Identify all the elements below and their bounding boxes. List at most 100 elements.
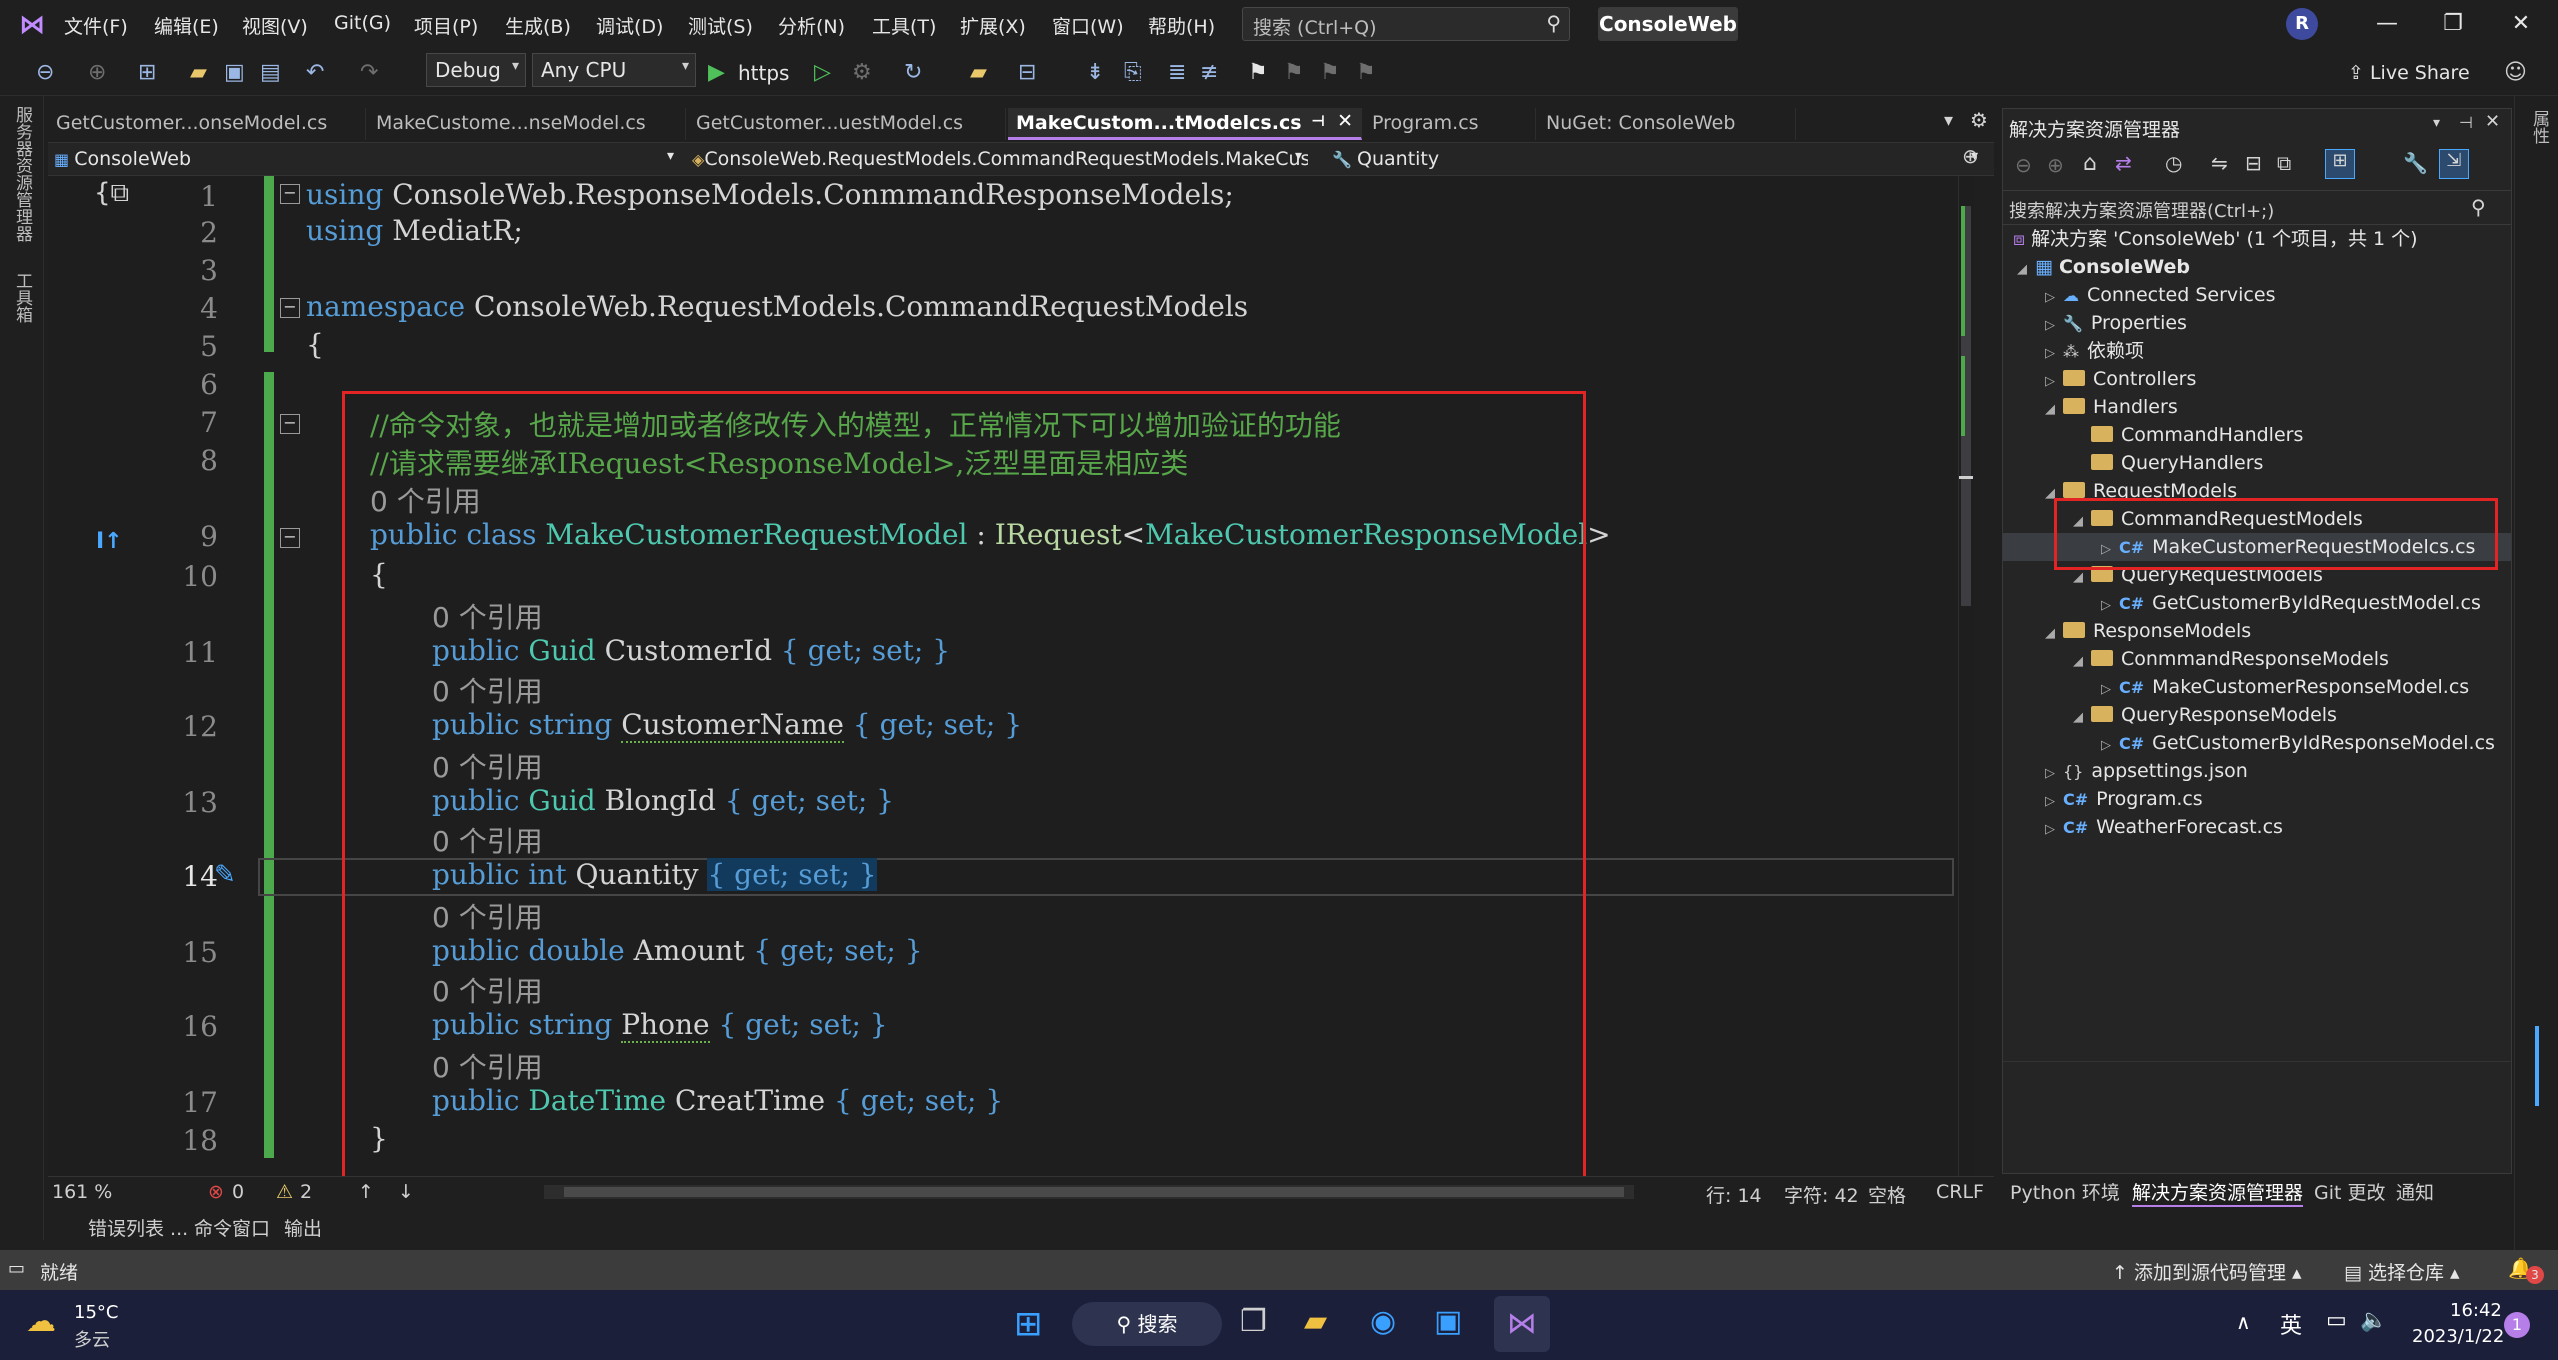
refresh-icon[interactable]: ↻ bbox=[904, 58, 922, 88]
undo-icon[interactable]: ↶ bbox=[306, 58, 324, 88]
clear-bookmark-icon[interactable]: ⚑ bbox=[1356, 58, 1376, 88]
search-input[interactable]: 搜索 (Ctrl+Q) ⚲ bbox=[1242, 7, 1570, 41]
run-target[interactable]: https bbox=[738, 58, 789, 88]
tab-error-list[interactable]: 错误列表 ... bbox=[88, 1214, 188, 1241]
tab-getcustomer-response[interactable]: GetCustomer...onseModel.cs bbox=[48, 108, 366, 140]
show-all-files-icon[interactable]: ⧉ bbox=[2277, 151, 2291, 175]
open-folder-icon[interactable]: ▰ bbox=[190, 58, 207, 88]
menu-extensions[interactable]: 扩展(X) bbox=[960, 12, 1026, 39]
close-tab-icon[interactable]: ✕ bbox=[1337, 110, 1353, 132]
output-icon[interactable]: ▭ bbox=[8, 1258, 25, 1279]
menu-analyze[interactable]: 分析(N) bbox=[778, 12, 845, 39]
properties-wrench-icon[interactable]: 🔧 bbox=[2403, 151, 2428, 175]
attach-icon[interactable]: ⚙ bbox=[852, 58, 872, 88]
tab-makecustomer-response[interactable]: MakeCustome...nseModel.cs bbox=[368, 108, 686, 140]
platform-dropdown[interactable]: Any CPU ▾ bbox=[532, 53, 696, 87]
redo-icon[interactable]: ↷ bbox=[360, 58, 378, 88]
editor-scrollbar[interactable] bbox=[1958, 176, 1974, 1176]
tree-item[interactable]: ▷ C# GetCustomerByIdRequestModel.cs bbox=[2003, 589, 2511, 617]
menu-window[interactable]: 窗口(W) bbox=[1052, 12, 1124, 39]
fold-toggle[interactable]: − bbox=[280, 184, 300, 204]
type-dropdown[interactable]: ◈ConsoleWeb.RequestModels.CommandRequest… bbox=[688, 146, 1308, 174]
tree-solution[interactable]: ⧈ 解决方案 'ConsoleWeb' (1 个项目，共 1 个) bbox=[2013, 225, 2418, 253]
pin-icon[interactable]: ⊣ bbox=[2459, 113, 2473, 132]
prev-bookmark-icon[interactable]: ⚑ bbox=[1284, 58, 1304, 88]
tree-project[interactable]: ◢ ▦ ConsoleWeb bbox=[2017, 253, 2190, 281]
clock-date[interactable]: 2023/1/22 bbox=[2412, 1326, 2504, 1347]
error-count[interactable]: 0 bbox=[232, 1181, 244, 1203]
home-icon[interactable]: ⌂ bbox=[2083, 151, 2097, 176]
tab-program[interactable]: Program.cs bbox=[1364, 108, 1536, 140]
avatar[interactable]: R bbox=[2286, 8, 2318, 40]
tree-item[interactable]: CommandHandlers bbox=[2003, 421, 2511, 449]
arrow-down-icon[interactable]: ↓ bbox=[398, 1181, 414, 1203]
network-icon[interactable]: ▭ bbox=[2326, 1308, 2347, 1333]
menu-git[interactable]: Git(G) bbox=[334, 12, 391, 34]
menu-test[interactable]: 测试(S) bbox=[688, 12, 753, 39]
comment-icon[interactable]: ≣ bbox=[1168, 58, 1186, 88]
close-icon[interactable]: ✕ bbox=[2485, 111, 2500, 132]
server-explorer-tab[interactable]: 服务器资源管理器 bbox=[10, 106, 35, 242]
weather-icon[interactable]: ☁ bbox=[26, 1304, 56, 1339]
save-all-icon[interactable]: ▤ bbox=[260, 58, 281, 88]
add-source-control[interactable]: ↑ 添加到源代码管理 ▴ bbox=[2112, 1258, 2302, 1285]
toolbox-tab[interactable]: 工具箱 bbox=[10, 272, 35, 323]
collapsed-arrow-icon[interactable]: ▷ bbox=[2045, 340, 2063, 368]
preview-selected-icon[interactable]: ⇲ bbox=[2439, 149, 2469, 179]
menu-file[interactable]: 文件(F) bbox=[64, 12, 128, 39]
collapsed-arrow-icon[interactable]: ▷ bbox=[2045, 816, 2063, 844]
fold-toggle[interactable]: − bbox=[280, 528, 300, 548]
split-icon[interactable]: ⊕ bbox=[1962, 144, 1979, 168]
expanded-arrow-icon[interactable]: ◢ bbox=[2045, 396, 2063, 424]
tab-makecustomer-request[interactable]: MakeCustom...tModelcs.cs ⊣ ✕ bbox=[1008, 108, 1362, 140]
new-project-icon[interactable]: ⊞ bbox=[138, 58, 156, 88]
warning-icon[interactable]: ⚠ bbox=[276, 1181, 293, 1203]
select-repo[interactable]: ▤ 选择仓库 ▴ bbox=[2344, 1258, 2460, 1285]
next-bookmark-icon[interactable]: ⚑ bbox=[1320, 58, 1340, 88]
collapsed-arrow-icon[interactable]: ▷ bbox=[2045, 788, 2063, 816]
fold-toggle[interactable]: − bbox=[280, 414, 300, 434]
expanded-arrow-icon[interactable]: ◢ bbox=[2045, 620, 2063, 648]
pending-changes-icon[interactable]: ◷ bbox=[2165, 151, 2182, 175]
taskbar-search[interactable]: ⚲ 搜索 bbox=[1072, 1302, 1222, 1346]
tree-item[interactable]: ▷ C# MakeCustomerResponseModel.cs bbox=[2003, 673, 2511, 701]
live-share-button[interactable]: ⇪ Live Share bbox=[2348, 58, 2470, 88]
line-ending-indicator[interactable]: CRLF bbox=[1936, 1181, 1984, 1203]
tab-nuget[interactable]: NuGet: ConsoleWeb bbox=[1538, 108, 1796, 140]
collapsed-arrow-icon[interactable]: ▷ bbox=[2045, 284, 2063, 312]
config-dropdown[interactable]: Debug ▾ bbox=[426, 53, 526, 87]
collapsed-arrow-icon[interactable]: ▷ bbox=[2045, 312, 2063, 340]
file-explorer-icon[interactable]: ▰ bbox=[1304, 1304, 1327, 1339]
tab-command-window[interactable]: 命令窗口 bbox=[194, 1214, 270, 1241]
tree-item[interactable]: ▷{} appsettings.json bbox=[2003, 757, 2511, 785]
tree-item[interactable]: ▷ C# GetCustomerByIdResponseModel.cs bbox=[2003, 729, 2511, 757]
feedback-icon[interactable]: ☺ bbox=[2504, 58, 2527, 88]
volume-icon[interactable]: 🔈 bbox=[2360, 1308, 2387, 1333]
back-icon[interactable]: ⊖ bbox=[2015, 153, 2032, 177]
clock-time[interactable]: 16:42 bbox=[2450, 1300, 2502, 1321]
sync-icon[interactable]: ⇋ bbox=[2211, 151, 2228, 175]
tree-item[interactable]: ▷ 🔧 Properties bbox=[2003, 309, 2511, 337]
collapsed-arrow-icon[interactable]: ▷ bbox=[2045, 368, 2063, 396]
tab-solution-explorer[interactable]: 解决方案资源管理器 bbox=[2132, 1178, 2304, 1207]
menu-project[interactable]: 项目(P) bbox=[414, 12, 478, 39]
uncomment-icon[interactable]: ≢ bbox=[1200, 58, 1218, 88]
tab-output[interactable]: 输出 bbox=[284, 1214, 322, 1241]
menu-view[interactable]: 视图(V) bbox=[242, 12, 308, 39]
error-icon[interactable]: ⊗ bbox=[208, 1181, 224, 1203]
member-dropdown[interactable]: 🔧 Quantity ▾ bbox=[1328, 146, 1984, 174]
close-icon[interactable]: ✕ bbox=[2496, 6, 2546, 42]
tree-item[interactable]: ◢ Handlers bbox=[2003, 393, 2511, 421]
tree-item[interactable]: ◢ ConmmandResponseModels bbox=[2003, 645, 2511, 673]
tree-item[interactable]: ▷ ⁂ 依赖项 bbox=[2003, 337, 2511, 365]
forward-icon[interactable]: ⊕ bbox=[2047, 153, 2064, 177]
chevron-down-icon[interactable]: ▾ bbox=[2433, 115, 2440, 131]
tab-python-env[interactable]: Python 环境 bbox=[2010, 1178, 2120, 1205]
column-indicator[interactable]: 字符: 42 bbox=[1784, 1181, 1859, 1208]
forward-icon[interactable]: ⊕ bbox=[88, 58, 106, 88]
collapsed-arrow-icon[interactable]: ▷ bbox=[2045, 760, 2063, 788]
layout-icon[interactable]: ⊟ bbox=[1018, 58, 1036, 88]
tree-item[interactable]: QueryHandlers bbox=[2003, 449, 2511, 477]
expanded-arrow-icon[interactable]: ◢ bbox=[2073, 704, 2091, 732]
save-icon[interactable]: ▣ bbox=[224, 58, 245, 88]
